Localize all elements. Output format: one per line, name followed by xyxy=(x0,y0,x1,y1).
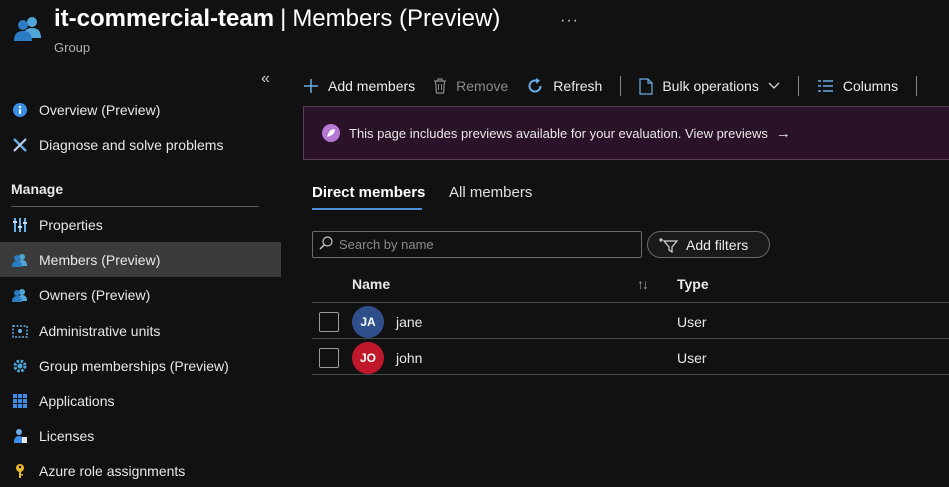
properties-icon xyxy=(11,216,28,233)
avatar: JA xyxy=(352,306,384,338)
members-icon xyxy=(11,251,28,268)
table-row[interactable]: JA jane User xyxy=(312,303,949,339)
preview-banner[interactable]: This page includes previews available fo… xyxy=(303,106,949,160)
document-icon xyxy=(639,77,653,95)
banner-text: This page includes previews available fo… xyxy=(349,125,768,141)
search-icon xyxy=(319,236,333,253)
table-row[interactable]: JO john User xyxy=(312,339,949,375)
avatar: JO xyxy=(352,342,384,374)
refresh-icon xyxy=(526,77,544,95)
row-checkbox[interactable] xyxy=(319,312,339,332)
toolbar-divider xyxy=(620,76,622,96)
columns-icon xyxy=(817,79,834,93)
sidebar-item-owners[interactable]: Owners (Preview) xyxy=(0,277,281,312)
section-title-manage: Manage xyxy=(11,181,64,197)
trash-icon xyxy=(433,78,447,94)
chevron-down-icon xyxy=(768,82,780,90)
active-tab-indicator xyxy=(312,208,422,210)
columns-button[interactable]: Columns xyxy=(817,78,898,94)
blade-name: Members (Preview) xyxy=(292,5,501,32)
page-header: it-commercial-team | Members (Preview) ···… xyxy=(0,0,949,62)
add-filters-label: Add filters xyxy=(686,236,749,253)
refresh-button[interactable]: Refresh xyxy=(526,77,602,95)
remove-button[interactable]: Remove xyxy=(433,78,508,94)
sidebar-item-label: Members (Preview) xyxy=(39,251,161,268)
command-bar: Add members Remove Refresh Bulk operatio… xyxy=(303,70,935,102)
wrench-icon xyxy=(11,136,28,153)
grid-icon xyxy=(11,392,28,409)
columns-label: Columns xyxy=(842,78,899,94)
admin-units-icon xyxy=(11,322,28,339)
sidebar-item-label: Administrative units xyxy=(39,322,161,339)
sidebar-item-label: Azure role assignments xyxy=(39,462,186,479)
group-name: it-commercial-team xyxy=(54,5,275,32)
license-icon xyxy=(11,427,28,444)
gear-icon xyxy=(11,357,28,374)
arrow-right-icon: → xyxy=(775,124,791,142)
member-name[interactable]: john xyxy=(396,350,422,366)
sidebar-item-azure-role-assignments[interactable]: Azure role assignments xyxy=(0,453,281,487)
row-divider xyxy=(312,374,949,375)
owners-icon xyxy=(11,286,28,303)
column-header-name[interactable]: Name xyxy=(352,276,390,292)
sidebar-item-licenses[interactable]: Licenses xyxy=(0,418,281,453)
key-icon xyxy=(11,462,28,479)
sidebar-item-label: Overview (Preview) xyxy=(39,101,161,118)
toolbar-divider xyxy=(797,76,799,96)
rocket-icon xyxy=(322,124,340,142)
add-members-label: Add members xyxy=(328,78,416,94)
refresh-label: Refresh xyxy=(553,78,603,94)
sidebar-item-label: Licenses xyxy=(39,427,95,444)
bulk-operations-button[interactable]: Bulk operations xyxy=(639,77,780,95)
group-icon xyxy=(12,12,44,44)
filter-icon xyxy=(658,237,678,253)
sidebar-item-overview[interactable]: Overview (Preview) xyxy=(0,92,281,127)
collapse-sidebar-button[interactable]: « xyxy=(261,70,270,88)
plus-icon xyxy=(303,78,319,94)
sidebar-item-label: Diagnose and solve problems xyxy=(39,136,224,153)
column-header-type[interactable]: Type xyxy=(677,276,709,292)
page-title: it-commercial-team | Members (Preview) xyxy=(54,5,500,33)
tab-direct-members[interactable]: Direct members xyxy=(312,184,425,201)
add-members-button[interactable]: Add members xyxy=(303,78,415,94)
sidebar-item-members[interactable]: Members (Preview) xyxy=(0,242,281,277)
add-filters-button[interactable]: Add filters xyxy=(647,231,770,258)
toolbar-divider xyxy=(916,76,918,96)
sidebar-item-diagnose[interactable]: Diagnose and solve problems xyxy=(0,127,281,162)
title-separator: | xyxy=(280,5,287,32)
search-box[interactable] xyxy=(312,231,642,258)
tab-all-members[interactable]: All members xyxy=(449,184,532,201)
sidebar-item-label: Applications xyxy=(39,392,115,409)
member-type: User xyxy=(677,314,707,330)
row-checkbox[interactable] xyxy=(319,348,339,368)
sort-icon[interactable]: ↑↓ xyxy=(637,276,649,292)
page-subtitle: Group xyxy=(54,40,91,55)
sidebar-item-label: Owners (Preview) xyxy=(39,286,151,303)
sidebar-item-administrative-units[interactable]: Administrative units xyxy=(0,313,281,348)
sidebar-item-properties[interactable]: Properties xyxy=(0,207,281,242)
sidebar-item-applications[interactable]: Applications xyxy=(0,383,281,418)
bulk-operations-label: Bulk operations xyxy=(662,78,759,94)
sidebar-item-label: Properties xyxy=(39,216,103,233)
member-name[interactable]: jane xyxy=(396,314,422,330)
sidebar-item-label: Group memberships (Preview) xyxy=(39,357,229,374)
sidebar-item-group-memberships[interactable]: Group memberships (Preview) xyxy=(0,348,281,383)
remove-label: Remove xyxy=(456,78,509,94)
info-icon xyxy=(11,101,28,118)
member-type: User xyxy=(677,350,707,366)
search-input[interactable] xyxy=(339,237,629,252)
more-options-button[interactable]: ··· xyxy=(560,12,579,30)
